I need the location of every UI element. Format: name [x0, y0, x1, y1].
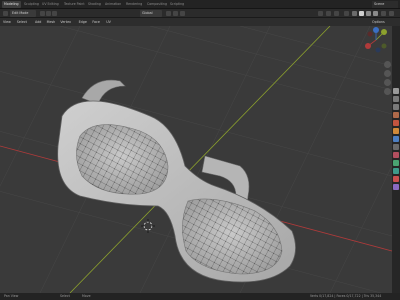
properties-tab-strip [392, 26, 400, 293]
workspace-tab-animation[interactable]: Animation [103, 1, 123, 8]
physics-properties-icon[interactable] [393, 152, 399, 158]
world-properties-icon[interactable] [393, 120, 399, 126]
workspace-tab-rendering[interactable]: Rendering [124, 1, 144, 8]
glasses-temple-back [81, 79, 126, 105]
camera-view-icon[interactable] [384, 79, 391, 86]
material-shading-icon[interactable] [366, 11, 371, 16]
status-move-text: Move [82, 294, 91, 298]
workspace-tab-sculpting[interactable]: Sculpting [22, 1, 41, 8]
workspace-tab-modeling[interactable]: Modeling [2, 1, 21, 8]
menu-vertex[interactable]: Vertex [60, 18, 71, 26]
face-select-icon[interactable] [52, 11, 57, 16]
proportional-edit-icon[interactable] [180, 11, 185, 16]
status-left-text: Pan View [4, 294, 19, 298]
options-label: Options [372, 20, 385, 24]
menu-select[interactable]: Select [17, 18, 27, 26]
shading-options-icon[interactable] [381, 11, 386, 16]
solid-shading-icon[interactable] [359, 11, 364, 16]
workspace-bar: Modeling Sculpting UV Editing Texture Paint… [0, 0, 400, 9]
status-bar: Pan View Select Move Verts 0/17,824 | Fa… [0, 293, 400, 300]
scene-properties-icon[interactable] [393, 112, 399, 118]
texture-properties-icon[interactable] [393, 184, 399, 190]
editor-type-icon[interactable] [3, 11, 8, 16]
menu-mesh[interactable]: Mesh [47, 18, 56, 26]
workspace-tab-texture-paint[interactable]: Texture Paint [62, 1, 87, 8]
editor-options-icon[interactable] [389, 11, 394, 16]
visibility-icon[interactable] [318, 11, 323, 16]
overlay-icon[interactable] [334, 11, 339, 16]
tool-properties-icon[interactable] [393, 88, 399, 94]
constraints-properties-icon[interactable] [393, 160, 399, 166]
data-properties-icon[interactable] [393, 168, 399, 174]
status-stats-text: Verts 0/17,824 | Faces 0/17,722 | Tris 3… [310, 294, 382, 298]
workspace-tab-shading[interactable]: Shading [86, 1, 103, 8]
zoom-icon[interactable] [384, 61, 391, 68]
output-properties-icon[interactable] [393, 104, 399, 110]
menu-view[interactable]: View [3, 18, 11, 26]
viewport-menu-bar: View Select Add Mesh Vertex Edge Face UV Option… [0, 18, 400, 26]
pivot-icon[interactable] [166, 11, 171, 16]
rendered-shading-icon[interactable] [373, 11, 378, 16]
viewport-canvas[interactable] [0, 26, 392, 293]
menu-uv[interactable]: UV [106, 18, 111, 26]
render-properties-icon[interactable] [393, 96, 399, 102]
3d-cursor[interactable] [141, 219, 155, 233]
workspace-tab-compositing[interactable]: Compositing [145, 1, 169, 8]
wireframe-shading-icon[interactable] [352, 11, 357, 16]
3d-viewport[interactable] [0, 26, 392, 293]
mode-dropdown[interactable]: Edit Mode [10, 10, 36, 17]
pan-hand-icon[interactable] [384, 70, 391, 77]
navigation-gizmo[interactable] [365, 27, 387, 53]
particles-properties-icon[interactable] [393, 144, 399, 150]
modifier-properties-icon[interactable] [393, 136, 399, 142]
snap-icon[interactable] [173, 11, 178, 16]
perspective-toggle-icon[interactable] [384, 88, 391, 95]
edge-select-icon[interactable] [46, 11, 51, 16]
mode-label: Edit Mode [12, 11, 29, 15]
orientation-dropdown[interactable]: Global [140, 10, 162, 17]
workspace-tab-uv-editing[interactable]: UV Editing [40, 1, 61, 8]
menu-edge[interactable]: Edge [79, 18, 87, 26]
menu-add[interactable]: Add [35, 18, 41, 26]
workspace-tab-scripting[interactable]: Scripting [168, 1, 186, 8]
vertex-select-icon[interactable] [40, 11, 45, 16]
menu-face[interactable]: Face [92, 18, 99, 26]
orientation-label: Global [142, 11, 153, 15]
options-menu[interactable]: Options [372, 18, 385, 26]
scene-name: Scene [374, 2, 385, 6]
gizmo-toggle-icon[interactable] [326, 11, 331, 16]
scene-selector[interactable]: Scene [372, 1, 398, 8]
object-properties-icon[interactable] [393, 128, 399, 134]
viewport-header: Edit Mode Global [0, 9, 400, 18]
status-select-text: Select [60, 294, 70, 298]
xray-icon[interactable] [344, 11, 349, 16]
material-properties-icon[interactable] [393, 176, 399, 182]
